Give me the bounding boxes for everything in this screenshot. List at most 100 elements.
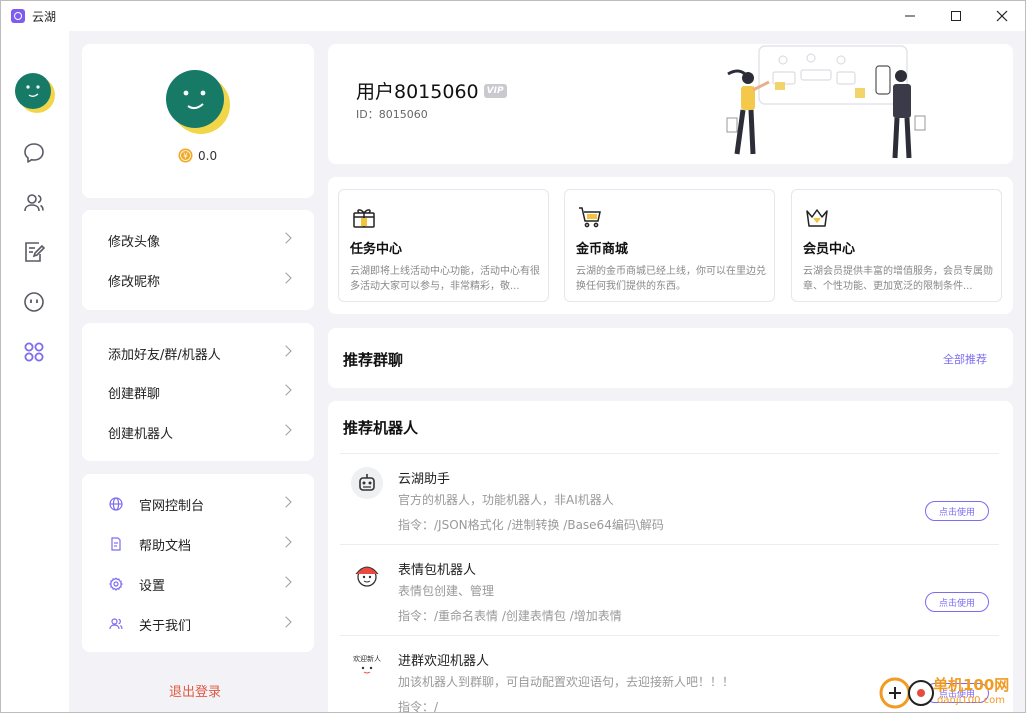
user-name: 用户8015060 [356, 81, 479, 103]
bot-item-emoji[interactable]: 表情包机器人 表情包创建、管理 指令：/重命名表情 /创建表情包 /增加表情 点… [340, 544, 999, 634]
nav-rail [1, 31, 69, 712]
view-all-link[interactable]: 全部推荐 [943, 351, 987, 367]
bot-name: 进群欢迎机器人 [398, 654, 490, 669]
menu-item-label: 创建群聊 [108, 386, 161, 402]
rail-emoji-button[interactable] [20, 288, 48, 316]
user-header-card: 用户8015060 VIP ID：8015060 [328, 44, 1013, 164]
menu-console[interactable]: 官网控制台 [82, 484, 314, 524]
feature-title: 金币商城 [576, 242, 629, 257]
bot-desc: 官方的机器人，功能机器人，非AI机器人 [398, 493, 614, 507]
menu-help-docs[interactable]: 帮助文档 [82, 524, 314, 564]
menu-change-avatar[interactable]: 修改头像 [82, 220, 314, 260]
menu-item-label: 添加好友/群/机器人 [108, 347, 221, 363]
chevron-right-icon [280, 424, 292, 436]
watermark-subtext: danji100.com [937, 695, 1005, 706]
chevron-right-icon [280, 496, 292, 508]
bot-commands: 指令：/ [398, 700, 439, 713]
welcome-avatar-text: 欢迎新人 [353, 655, 381, 663]
watermark-text: 单机100网 [933, 676, 1010, 694]
title-bar: 云湖 [1, 1, 1025, 31]
coin-balance: ¥ 0.0 [178, 148, 217, 163]
app-window: 云湖 ¥ 0.0 修改头像 修改昵称 添加好友/群/机器人 创建群聊 创建机器人… [0, 0, 1026, 713]
app-logo-icon [11, 9, 25, 23]
recommend-groups-card: 推荐群聊 全部推荐 [328, 328, 1013, 388]
menu-create-bot[interactable]: 创建机器人 [82, 412, 314, 452]
profile-card: ¥ 0.0 [82, 44, 314, 198]
bot-desc: 加该机器人到群聊，可自动配置欢迎语句，去迎接新人吧！！！ [398, 675, 735, 689]
menu-item-label: 关于我们 [139, 618, 192, 634]
menu-create-group[interactable]: 创建群聊 [82, 372, 314, 412]
chevron-right-icon [280, 384, 292, 396]
logout-button[interactable]: 退出登录 [169, 681, 221, 700]
profile-menu-card: 修改头像 修改昵称 [82, 210, 314, 310]
rail-contacts-button[interactable] [20, 189, 48, 217]
profile-avatar[interactable] [165, 69, 231, 135]
menu-item-label: 设置 [139, 578, 166, 594]
task-center-card[interactable]: 任务中心 云湖即将上线活动中心功能，活动中心有很多活动大家可以参与，非常精彩，敬… [338, 189, 549, 302]
menu-settings[interactable]: 设置 [82, 564, 314, 604]
maximize-button[interactable] [933, 1, 979, 31]
watermark-logo [879, 677, 934, 709]
bot-commands: 指令：/JSON格式化 /进制转换 /Base64编码\解码 [398, 518, 664, 532]
feature-title: 任务中心 [350, 242, 403, 257]
contacts-icon [24, 194, 44, 212]
use-bot-button[interactable]: 点击使用 [925, 592, 989, 612]
bot-commands: 指令：/重命名表情 /创建表情包 /增加表情 [398, 609, 622, 623]
user-avatar[interactable] [14, 72, 56, 114]
menu-item-label: 帮助文档 [139, 538, 192, 554]
vip-badge: VIP [483, 83, 507, 98]
bot-name: 表情包机器人 [398, 563, 477, 578]
minimize-icon [905, 15, 915, 17]
close-icon [996, 10, 1008, 22]
gift-icon [353, 209, 375, 228]
crown-icon [806, 209, 828, 227]
chat-bubble-icon [24, 143, 44, 163]
chevron-right-icon [280, 536, 292, 548]
cart-icon [579, 207, 601, 228]
globe-icon [109, 497, 123, 511]
minimize-button[interactable] [887, 1, 933, 31]
menu-change-nickname[interactable]: 修改昵称 [82, 260, 314, 300]
menu-add-friend[interactable]: 添加好友/群/机器人 [82, 333, 314, 373]
feature-desc: 云湖的金币商城已经上线，你可以在里边兑换任何我们提供的东西。 [576, 266, 766, 292]
feature-desc: 云湖会员提供丰富的增值服务，会员专属勋章、个性功能、更加宽泛的限制条件... [803, 266, 993, 292]
welcome-bot-avatar: 欢迎新人 [351, 649, 383, 681]
menu-item-label: 官网控制台 [139, 498, 205, 514]
settings-menu-card: 官网控制台 帮助文档 设置 关于我们 [82, 474, 314, 652]
notes-edit-icon [25, 242, 46, 262]
emoji-bot-avatar [351, 558, 383, 590]
chevron-right-icon [280, 616, 292, 628]
rail-apps-button[interactable] [20, 338, 48, 366]
member-center-card[interactable]: 会员中心 云湖会员提供丰富的增值服务，会员专属勋章、个性功能、更加宽泛的限制条件… [791, 189, 1002, 302]
menu-about[interactable]: 关于我们 [82, 604, 314, 644]
feature-desc: 云湖即将上线活动中心功能，活动中心有很多活动大家可以参与，非常精彩，敬... [350, 266, 540, 292]
feature-title: 会员中心 [803, 242, 856, 257]
gear-icon [109, 577, 123, 591]
menu-item-label: 修改头像 [108, 234, 161, 250]
rail-notes-button[interactable] [20, 238, 48, 266]
emoji-face-icon [24, 292, 44, 312]
face-icon [361, 666, 373, 674]
user-id: ID：8015060 [356, 108, 428, 121]
bot-item-assistant[interactable]: 云湖助手 官方的机器人，功能机器人，非AI机器人 指令：/JSON格式化 /进制… [340, 453, 999, 543]
chevron-right-icon [280, 345, 292, 357]
site-watermark: 单机100网 danji100.com [877, 671, 1025, 712]
close-button[interactable] [979, 1, 1025, 31]
chevron-right-icon [280, 232, 292, 244]
section-title: 推荐群聊 [343, 351, 404, 369]
robot-avatar [351, 467, 383, 499]
section-title: 推荐机器人 [343, 419, 419, 437]
use-bot-button[interactable]: 点击使用 [925, 501, 989, 521]
users-icon [109, 618, 123, 630]
presentation-illustration [726, 45, 926, 159]
create-menu-card: 添加好友/群/机器人 创建群聊 创建机器人 [82, 323, 314, 461]
menu-item-label: 创建机器人 [108, 426, 174, 442]
coin-amount: 0.0 [198, 148, 218, 163]
rail-chat-button[interactable] [20, 139, 48, 167]
chevron-right-icon [280, 272, 292, 284]
coin-icon: ¥ [178, 148, 193, 163]
document-icon [111, 537, 121, 551]
coin-shop-card[interactable]: 金币商城 云湖的金币商城已经上线，你可以在里边兑换任何我们提供的东西。 [564, 189, 775, 302]
maximize-icon [951, 11, 961, 21]
menu-item-label: 修改昵称 [108, 274, 161, 290]
